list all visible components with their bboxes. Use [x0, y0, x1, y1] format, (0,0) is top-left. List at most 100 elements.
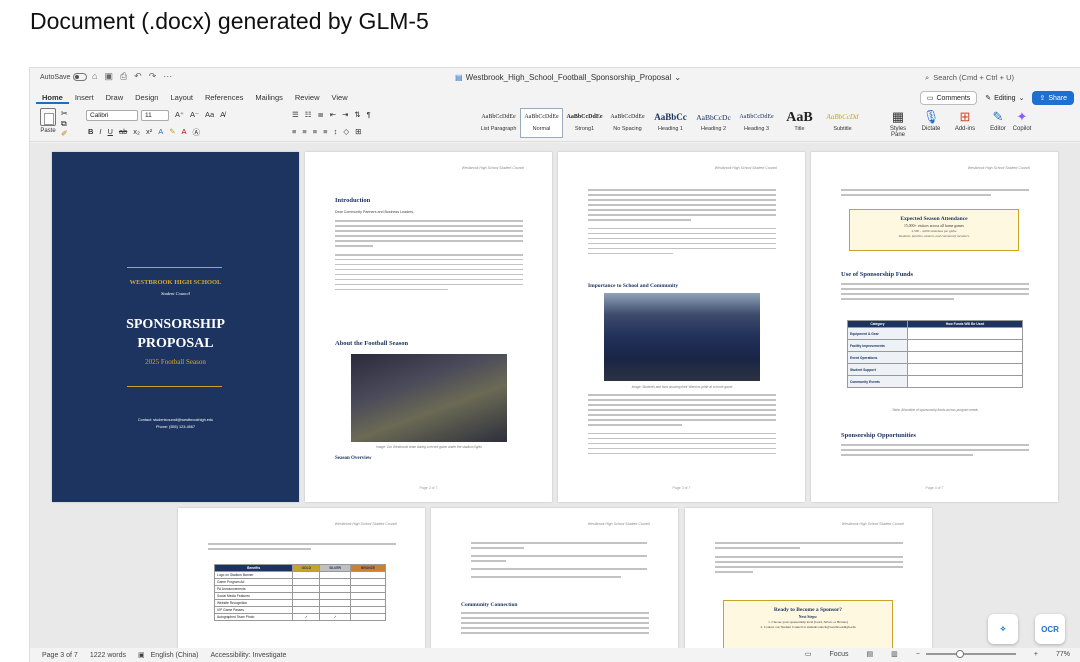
undo-icon[interactable]: ↶: [134, 71, 142, 82]
align-left-icon[interactable]: ≡: [292, 127, 296, 136]
document-canvas[interactable]: WESTBROOK HIGH SCHOOL Student Council SP…: [30, 143, 1080, 658]
bullets-icon[interactable]: ☰: [292, 110, 299, 119]
addins-button[interactable]: ⊞ Add-ins: [950, 108, 980, 132]
page-header: Westbrook High School Student Council: [334, 522, 397, 526]
cut-icon[interactable]: ✂: [61, 109, 68, 118]
language-indicator[interactable]: English (China): [151, 652, 199, 659]
style-heading-3[interactable]: AaBbCcDdEe Heading 3: [735, 108, 778, 138]
italic-icon[interactable]: I: [99, 127, 101, 138]
strikethrough-icon[interactable]: ab: [119, 127, 127, 138]
clear-format-icon[interactable]: A̸: [220, 110, 225, 119]
cover-page[interactable]: WESTBROOK HIGH SCHOOL Student Council SP…: [52, 152, 299, 502]
text-effects-icon[interactable]: A: [158, 127, 163, 138]
increase-indent-icon[interactable]: ⇥: [342, 110, 348, 119]
shading-icon[interactable]: ◇: [343, 127, 349, 136]
page-5[interactable]: Westbrook High School Student Council Be…: [178, 508, 425, 658]
tab-insert[interactable]: Insert: [69, 91, 100, 104]
styles-pane-button[interactable]: ▦ Styles Pane: [883, 108, 913, 138]
style-normal[interactable]: AaBbCcDdEe Normal: [520, 108, 563, 138]
tab-home[interactable]: Home: [36, 91, 69, 104]
multilevel-icon[interactable]: ≣: [317, 110, 323, 119]
decrease-indent-icon[interactable]: ⇤: [330, 110, 336, 119]
bold-icon[interactable]: B: [88, 127, 93, 138]
format-painter-icon[interactable]: ✐: [61, 129, 68, 138]
font-name-select[interactable]: Calibri: [86, 110, 138, 121]
font-size-select[interactable]: 11: [141, 110, 169, 121]
zoom-slider[interactable]: [925, 650, 1016, 658]
numbering-icon[interactable]: ☷: [305, 110, 312, 119]
style-no-spacing[interactable]: AaBbCcDdEe No Spacing: [606, 108, 649, 138]
table-cell: Community Events: [847, 375, 908, 388]
sort-icon[interactable]: ⇅: [354, 110, 360, 119]
pilcrow-icon[interactable]: ¶: [367, 110, 371, 119]
page-header: Westbrook High School Student Council: [587, 522, 650, 526]
superscript-icon[interactable]: x²: [146, 127, 152, 138]
tab-layout[interactable]: Layout: [164, 91, 199, 104]
search-box[interactable]: ⌕ Search (Cmd + Ctrl + U): [925, 73, 1014, 83]
font-color-icon[interactable]: A: [182, 127, 187, 138]
paste-button[interactable]: Paste: [38, 108, 58, 134]
underline-icon[interactable]: U: [108, 127, 113, 138]
ocr-button[interactable]: OCR: [1035, 614, 1065, 644]
page-6[interactable]: Westbrook High School Student Council Co…: [431, 508, 678, 658]
accessibility-indicator[interactable]: Accessibility: Investigate: [211, 652, 287, 659]
justify-icon[interactable]: ≡: [323, 127, 327, 136]
home-icon[interactable]: ⌂: [92, 71, 97, 82]
style-title[interactable]: AaB Title: [778, 108, 821, 138]
table-row: PA Announcements: [213, 585, 387, 593]
style-strong1[interactable]: AaBbCcDdEe Strong1: [563, 108, 606, 138]
align-right-icon[interactable]: ≡: [313, 127, 317, 136]
tab-draw[interactable]: Draw: [100, 91, 130, 104]
page-3[interactable]: Westbrook High School Student Council Im…: [558, 152, 805, 502]
web-layout-icon[interactable]: ▥: [891, 650, 898, 658]
dictate-label: Dictate: [921, 126, 941, 132]
proofing-icon[interactable]: ▣: [138, 651, 145, 659]
editing-button[interactable]: ✎ Editing ⌄: [981, 91, 1028, 105]
align-center-icon[interactable]: ≡: [302, 127, 306, 136]
autosave-toggle[interactable]: AutoSave: [40, 73, 88, 81]
print-icon[interactable]: ⎙: [120, 71, 127, 82]
save-icon[interactable]: ▣: [104, 71, 113, 82]
copy-icon[interactable]: ⧉: [61, 119, 67, 129]
style-subtitle[interactable]: AaBbCcDd Subtitle: [821, 108, 864, 138]
page-7[interactable]: Westbrook High School Student Council Re…: [685, 508, 932, 658]
comments-button[interactable]: ▭ Comments: [919, 91, 978, 105]
redo-icon[interactable]: ↷: [149, 71, 157, 82]
tab-design[interactable]: Design: [129, 91, 164, 104]
print-layout-icon[interactable]: ▤: [867, 650, 874, 658]
focus-icon[interactable]: ▭: [805, 650, 812, 658]
zoom-in-icon[interactable]: +: [1034, 651, 1038, 658]
change-case-icon[interactable]: Aa: [205, 110, 214, 119]
tab-view[interactable]: View: [325, 91, 353, 104]
share-button[interactable]: ⇪ Share: [1032, 91, 1074, 105]
borders-icon[interactable]: ⊞: [355, 127, 361, 136]
line-spacing-icon[interactable]: ↕: [334, 127, 338, 136]
focus-label[interactable]: Focus: [829, 651, 848, 658]
page-2[interactable]: Westbrook High School Student Council In…: [305, 152, 552, 502]
table-header: GOLD: [292, 564, 321, 572]
highlight-icon[interactable]: ✎: [169, 127, 175, 138]
zoom-level[interactable]: 77%: [1056, 651, 1070, 658]
word-count[interactable]: 1222 words: [90, 652, 126, 659]
character-shading-icon[interactable]: Ⓐ: [193, 127, 201, 138]
table-row: Equipment & Gear: [847, 327, 1023, 340]
page-4[interactable]: Westbrook High School Student Council Ex…: [811, 152, 1058, 502]
copilot-button[interactable]: ✦ Copilot: [1007, 108, 1037, 132]
ai-assist-button[interactable]: ⟡: [988, 614, 1018, 644]
document-title[interactable]: ▤ Westbrook_High_School_Football_Sponsor…: [455, 73, 681, 82]
page-indicator[interactable]: Page 3 of 7: [42, 652, 78, 659]
tab-review[interactable]: Review: [289, 91, 326, 104]
style-list-paragraph[interactable]: AaBbCcDdEe List Paragraph: [477, 108, 520, 138]
zoom-out-icon[interactable]: −: [916, 651, 920, 658]
tab-mailings[interactable]: Mailings: [249, 91, 289, 104]
more-icon[interactable]: ⋯: [163, 71, 172, 82]
dictate-button[interactable]: 🎙︎ Dictate: [916, 108, 946, 132]
shrink-font-icon[interactable]: A⁻: [190, 110, 199, 119]
grow-font-icon[interactable]: A⁺: [175, 110, 184, 119]
subscript-icon[interactable]: x₂: [133, 127, 140, 138]
zoom-slider-knob[interactable]: [955, 650, 964, 658]
style-heading-1[interactable]: AaBbCc Heading 1: [649, 108, 692, 138]
page-caption: Document (.docx) generated by GLM-5: [30, 8, 429, 34]
style-heading-2[interactable]: AaBbCcDc Heading 2: [692, 108, 735, 138]
tab-references[interactable]: References: [199, 91, 249, 104]
